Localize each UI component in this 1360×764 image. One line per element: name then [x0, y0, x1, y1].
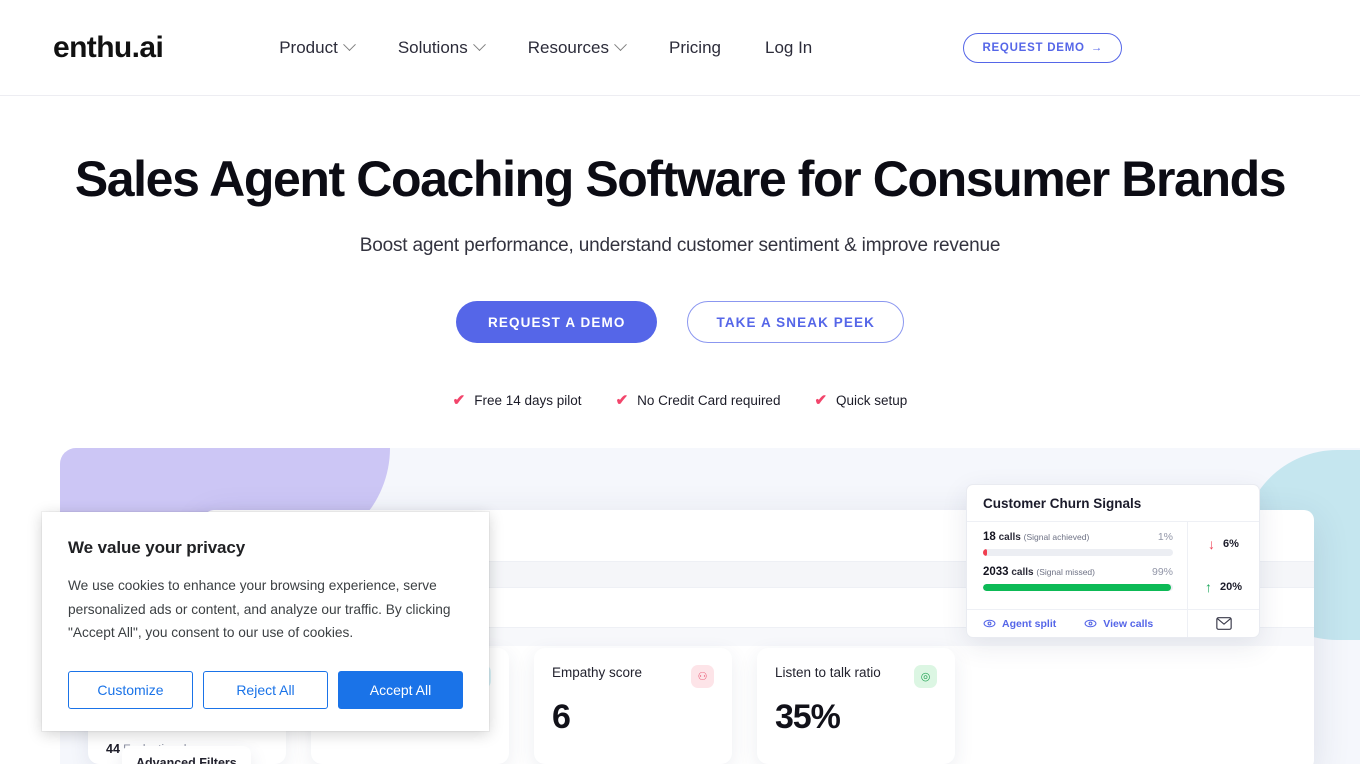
churn-stat-unit: calls	[1011, 567, 1034, 578]
metric-label: Empathy score	[552, 665, 643, 680]
churn-stat-unit: calls	[998, 532, 1021, 543]
advanced-filters-chip[interactable]: Advanced Filters	[122, 746, 251, 764]
churn-stat-row: 18 calls (Signal achieved) 1%	[983, 531, 1173, 556]
metric-sub-number: 44	[106, 742, 120, 756]
churn-stat-percent: 99%	[1151, 566, 1173, 578]
reject-all-button[interactable]: Reject All	[203, 670, 328, 709]
progress-bar-fill	[983, 584, 1172, 591]
email-action[interactable]	[1187, 610, 1259, 637]
agent-split-link[interactable]: Agent split	[983, 617, 1056, 630]
perk-label: Quick setup	[836, 393, 908, 408]
churn-delta-value: 6%	[1223, 537, 1239, 550]
arrow-up-icon: ↑	[1204, 579, 1212, 596]
brand-logo[interactable]: enthu.ai	[53, 31, 164, 65]
cookie-banner-title: We value your privacy	[68, 538, 246, 557]
check-icon: ✔	[452, 392, 466, 409]
nav-item-label: Solutions	[397, 37, 468, 57]
hero-cta-row: REQUEST A DEMO TAKE A SNEAK PEEK	[0, 301, 1360, 343]
progress-bar-track	[983, 549, 1173, 556]
churn-delta-row: ↓ 6%	[1188, 522, 1259, 566]
customize-button[interactable]: Customize	[68, 670, 193, 709]
churn-stat-header: 2033 calls (Signal missed) 99%	[983, 566, 1173, 578]
check-icon: ✔	[814, 392, 828, 409]
chevron-down-icon	[342, 38, 356, 52]
page-title: Sales Agent Coaching Software for Consum…	[74, 151, 1287, 207]
churn-delta-value: 20%	[1219, 581, 1243, 594]
churn-links: Agent split View calls	[967, 610, 1187, 637]
check-icon: ✔	[615, 392, 629, 409]
eye-icon	[983, 619, 996, 628]
request-demo-button[interactable]: REQUEST DEMO →	[963, 32, 1122, 63]
request-demo-label: REQUEST DEMO	[982, 41, 1085, 54]
perk-item: ✔ Free 14 days pilot	[453, 393, 582, 408]
metric-card-header: Listen to talk ratio ◎	[775, 665, 937, 688]
nav-item-pricing[interactable]: Pricing	[647, 38, 743, 58]
churn-stats-column: 18 calls (Signal achieved) 1% 2033 calls…	[967, 522, 1187, 609]
arrow-right-icon: →	[1090, 41, 1103, 54]
agent-split-label: Agent split	[1002, 617, 1057, 630]
nav-item-label: Product	[279, 37, 338, 57]
view-calls-label: View calls	[1103, 617, 1154, 630]
churn-delta-row: ↑ 20%	[1188, 566, 1259, 610]
nav-item-product[interactable]: Product	[257, 38, 376, 58]
request-a-demo-button[interactable]: REQUEST A DEMO	[456, 301, 658, 343]
hero-subtitle: Boost agent performance, understand cust…	[359, 235, 1001, 256]
churn-stat-count: 2033	[983, 566, 1009, 578]
churn-stat-percent: 1%	[1157, 531, 1173, 543]
cookie-banner-actions: Customize Reject All Accept All	[68, 670, 463, 709]
churn-card-title: Customer Churn Signals	[967, 485, 1259, 522]
cookie-consent-banner: We value your privacy We use cookies to …	[42, 512, 489, 731]
hero-section: Sales Agent Coaching Software for Consum…	[0, 96, 1360, 409]
view-calls-link[interactable]: View calls	[1084, 617, 1153, 630]
churn-stat-row: 2033 calls (Signal missed) 99%	[983, 566, 1173, 591]
nav-item-label: Log In	[764, 37, 813, 57]
nav-item-login[interactable]: Log In	[743, 38, 834, 58]
metric-label: Listen to talk ratio	[775, 665, 881, 680]
churn-stat-header: 18 calls (Signal achieved) 1%	[983, 531, 1173, 543]
hero-perks: ✔ Free 14 days pilot ✔ No Credit Card re…	[0, 393, 1360, 408]
chevron-down-icon	[614, 38, 627, 52]
nav-item-label: Resources	[527, 37, 610, 57]
site-header: enthu.ai Product Solutions Resources Pri…	[0, 0, 1360, 96]
chevron-down-icon	[472, 38, 486, 52]
churn-card-body: 18 calls (Signal achieved) 1% 2033 calls…	[967, 522, 1259, 609]
arrow-down-icon: ↓	[1208, 535, 1216, 552]
nav-item-solutions[interactable]: Solutions	[376, 38, 506, 58]
perk-label: Free 14 days pilot	[474, 393, 582, 408]
churn-stat-note: (Signal missed)	[1036, 567, 1095, 577]
main-nav: Product Solutions Resources Pricing Log …	[257, 38, 834, 58]
churn-stat-count: 18	[983, 531, 996, 543]
metric-card-listen-talk[interactable]: Listen to talk ratio ◎ 35%	[757, 648, 955, 764]
nav-item-label: Pricing	[669, 37, 721, 57]
churn-card-footer: Agent split View calls	[967, 609, 1259, 637]
metric-value: 35%	[775, 698, 841, 736]
nav-item-resources[interactable]: Resources	[506, 38, 647, 58]
people-icon: ⚇	[691, 665, 714, 688]
perk-item: ✔ Quick setup	[814, 393, 907, 408]
metric-value: 6	[552, 698, 571, 736]
perk-label: No Credit Card required	[637, 393, 781, 408]
metric-card-header: Empathy score ⚇	[552, 665, 714, 688]
perk-item: ✔ No Credit Card required	[616, 393, 781, 408]
cookie-banner-body: We use cookies to enhance your browsing …	[68, 578, 451, 640]
signal-icon: ◎	[914, 665, 937, 688]
envelope-icon	[1215, 617, 1232, 630]
eye-icon	[1084, 619, 1097, 628]
churn-stat-note: (Signal achieved)	[1023, 532, 1090, 542]
take-a-sneak-peek-button[interactable]: TAKE A SNEAK PEEK	[687, 301, 904, 343]
metric-card-empathy[interactable]: Empathy score ⚇ 6	[534, 648, 732, 764]
progress-bar-fill	[983, 549, 987, 556]
accept-all-button[interactable]: Accept All	[338, 670, 463, 709]
churn-delta-column: ↓ 6% ↑ 20%	[1187, 522, 1259, 609]
customer-churn-signals-card: Customer Churn Signals 18 calls (Signal …	[966, 484, 1260, 638]
progress-bar-track	[983, 584, 1173, 591]
